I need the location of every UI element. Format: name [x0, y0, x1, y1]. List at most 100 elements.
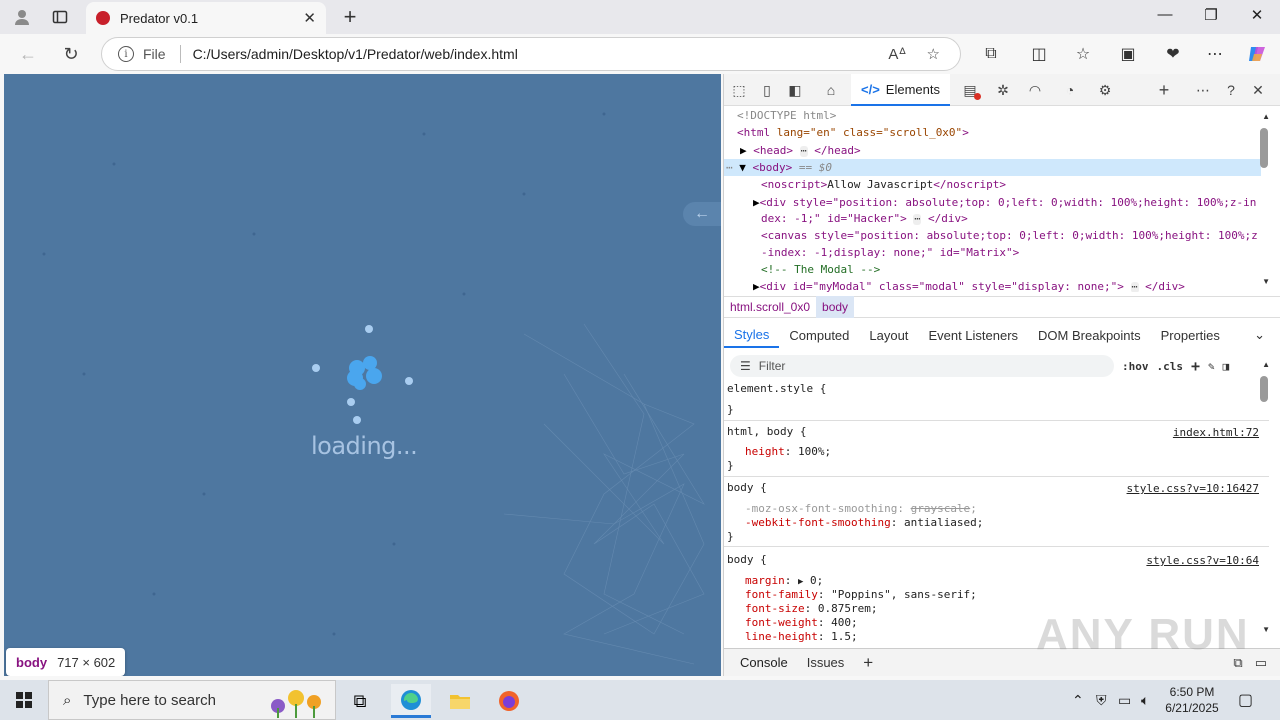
show-hidden-icons-icon[interactable]: ⌃: [1072, 680, 1084, 720]
extensions-icon[interactable]: ⧉: [979, 43, 1003, 65]
page-viewport[interactable]: loading... ← body 717 × 602: [4, 74, 721, 676]
favorites-icon[interactable]: ☆: [1071, 43, 1095, 65]
dom-line[interactable]: ▶ <head> ⋯ </head>: [740, 142, 861, 159]
tab-predator[interactable]: Predator v0.1 ✕: [86, 2, 326, 34]
expand-triangle-icon[interactable]: ▶: [753, 280, 760, 292]
network-wifi-icon[interactable]: ◠: [1024, 80, 1046, 100]
maximize-icon[interactable]: ❐: [1199, 6, 1223, 24]
rule-source-link[interactable]: index.html:72: [1173, 426, 1259, 440]
breadcrumb-body[interactable]: body: [816, 296, 855, 318]
performance-gauge-icon[interactable]: ◔: [1059, 80, 1081, 100]
refresh-icon[interactable]: ↻: [58, 42, 84, 66]
close-window-icon[interactable]: ✕: [1245, 6, 1269, 24]
sources-bug-icon[interactable]: ✲: [992, 80, 1014, 100]
tab-computed[interactable]: Computed: [779, 322, 859, 348]
tab-event-listeners[interactable]: Event Listeners: [918, 322, 1028, 348]
style-declaration[interactable]: font-size: 0.875rem;: [745, 602, 877, 616]
help-icon[interactable]: ?: [1220, 80, 1242, 100]
collections-icon[interactable]: ▣: [1116, 43, 1140, 65]
rule-source-link[interactable]: style.css?v=10:16427: [1127, 482, 1259, 496]
minimize-icon[interactable]: —: [1153, 6, 1177, 23]
expand-triangle-icon[interactable]: ▶: [753, 196, 760, 209]
url-text[interactable]: C:/Users/admin/Desktop/v1/Predator/web/i…: [193, 46, 889, 62]
dom-tree[interactable]: <!DOCTYPE html> <html lang="en" class="s…: [724, 106, 1269, 292]
rule-source-link[interactable]: style.css?v=10:64: [1146, 554, 1259, 568]
style-declaration-disabled[interactable]: -moz-osx-font-smoothing: grayscale;: [745, 502, 977, 516]
read-aloud-icon[interactable]: Aᐞ: [888, 45, 906, 63]
dom-line[interactable]: <noscript>Allow Javascript</noscript>: [761, 176, 1006, 193]
dom-line[interactable]: <html lang="en" class="scroll_0x0">: [737, 124, 969, 141]
performance-icon[interactable]: ❤: [1161, 43, 1185, 65]
file-explorer-icon[interactable]: [440, 684, 480, 718]
volume-icon[interactable]: 🔈︎: [1141, 680, 1149, 720]
dom-line[interactable]: <canvas style="position: absolute;top: 0…: [761, 227, 1258, 244]
more-tools-plus-icon[interactable]: +: [1153, 80, 1175, 100]
style-declaration[interactable]: -webkit-font-smoothing: antialiased;: [745, 516, 983, 530]
styles-scroll-up-icon[interactable]: ▲: [1262, 360, 1270, 369]
close-devtools-icon[interactable]: ✕: [1247, 80, 1269, 100]
add-drawer-tab-plus-icon[interactable]: +: [863, 653, 873, 673]
dom-line[interactable]: dex: -1;" id="Hacker"> ⋯ </div>: [761, 210, 968, 227]
scroll-up-icon[interactable]: ▲: [1262, 112, 1270, 121]
new-tab-button[interactable]: +: [338, 4, 362, 30]
style-declaration[interactable]: margin: ▶ 0;: [745, 574, 823, 588]
notifications-icon[interactable]: ▢: [1238, 680, 1253, 720]
breadcrumb-html[interactable]: html.scroll_0x0: [724, 296, 816, 318]
cls-button[interactable]: .cls: [1157, 360, 1184, 373]
drawer-tab-console[interactable]: Console: [724, 649, 797, 677]
drawer-tab-issues[interactable]: Issues: [797, 649, 854, 677]
new-rule-plus-icon[interactable]: +: [1191, 357, 1200, 375]
toggle-sidebar-icon[interactable]: ◨: [1223, 360, 1230, 373]
dom-line[interactable]: -index: -1;display: none;" id="Matrix">: [761, 244, 1019, 261]
edge-taskbar-icon[interactable]: [391, 684, 431, 718]
styles-filter-input[interactable]: ☰ Filter: [730, 355, 1114, 377]
side-panel-toggle[interactable]: ←: [683, 202, 721, 226]
copilot-icon[interactable]: [1245, 43, 1269, 65]
devtools-menu-icon[interactable]: ⋯: [1192, 80, 1214, 100]
more-menu-icon[interactable]: ⋯: [1203, 43, 1227, 65]
rule-close: }: [727, 403, 734, 416]
dom-line[interactable]: ▶<div style="position: absolute;top: 0;l…: [753, 194, 1256, 211]
inspect-element-icon[interactable]: ⬚: [728, 80, 750, 100]
style-declaration[interactable]: font-family: "Poppins", sans-serif;: [745, 588, 977, 602]
style-declaration[interactable]: font-weight: 400;: [745, 616, 858, 630]
dom-line[interactable]: ▶<div id="myModal" class="modal" style="…: [753, 278, 1185, 292]
styles-pane[interactable]: element.style { } html, body { index.htm…: [724, 379, 1269, 643]
back-icon[interactable]: ←: [15, 42, 41, 66]
start-button[interactable]: [0, 680, 48, 720]
network-icon[interactable]: ▭: [1118, 680, 1131, 720]
taskbar-clock[interactable]: 6:50 PM 6/21/2025: [1152, 684, 1232, 716]
tab-actions-icon[interactable]: [49, 6, 71, 28]
scroll-down-icon[interactable]: ▼: [1262, 277, 1270, 286]
tab-elements[interactable]: </> Elements: [851, 74, 950, 106]
profile-icon[interactable]: [11, 6, 33, 28]
dom-line-body[interactable]: ⋯ ▼ <body> == $0: [726, 159, 832, 176]
close-drawer-icon[interactable]: ▭: [1255, 655, 1267, 671]
firefox-icon[interactable]: [489, 684, 529, 718]
style-declaration[interactable]: height: 100%;: [745, 445, 831, 459]
hov-button[interactable]: :hov: [1122, 360, 1149, 373]
tab-styles[interactable]: Styles: [724, 322, 780, 348]
device-emulation-icon[interactable]: ▯: [756, 80, 778, 100]
favorite-star-icon[interactable]: ☆: [927, 45, 940, 63]
expand-triangle-icon[interactable]: ▶: [740, 144, 747, 157]
dock-side-icon[interactable]: ◧: [784, 80, 806, 100]
style-declaration[interactable]: line-height: 1.5;: [745, 630, 858, 643]
tab-dom-breakpoints[interactable]: DOM Breakpoints: [1028, 322, 1151, 348]
network-security-icon[interactable]: ⛨: [1096, 680, 1107, 720]
task-view-icon[interactable]: ⧉: [340, 684, 380, 718]
collapse-triangle-icon[interactable]: ▼: [739, 161, 746, 174]
close-tab-icon[interactable]: ✕: [303, 9, 316, 27]
settings-gear-icon[interactable]: ⚙: [1094, 80, 1116, 100]
address-bar[interactable]: i File C:/Users/admin/Desktop/v1/Predato…: [101, 37, 961, 71]
tab-layout[interactable]: Layout: [859, 322, 918, 348]
info-icon[interactable]: i: [118, 46, 134, 62]
home-icon[interactable]: ⌂: [820, 80, 842, 100]
dom-line[interactable]: <!-- The Modal -->: [761, 261, 880, 278]
dom-scrollbar[interactable]: [1260, 128, 1268, 168]
chevron-down-icon[interactable]: ⌄: [1254, 327, 1265, 343]
dom-line[interactable]: <!DOCTYPE html>: [737, 107, 836, 124]
paintbrush-icon[interactable]: ✎: [1208, 360, 1215, 373]
tab-properties[interactable]: Properties: [1151, 322, 1230, 348]
split-screen-icon[interactable]: ◫: [1027, 43, 1051, 65]
